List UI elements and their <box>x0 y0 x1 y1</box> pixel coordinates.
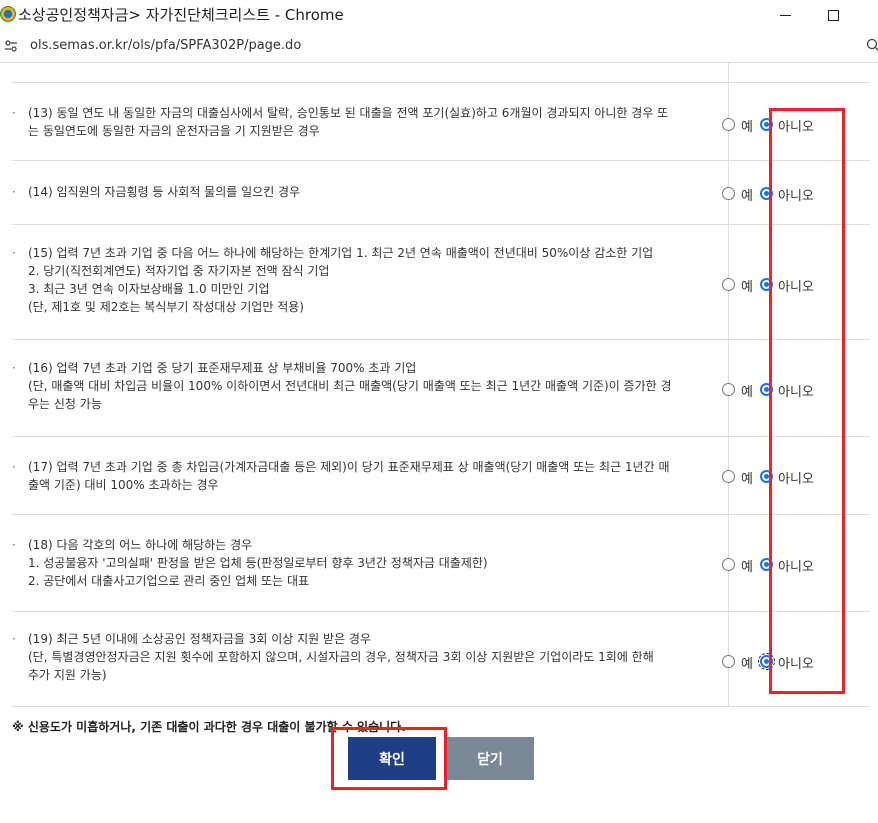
question-line: (단, 제1호 및 제2호는 복식부기 작성대상 기업만 적용) <box>28 300 304 314</box>
window-title-bar: 소상공인정책자금> 자가진단체크리스트 - Chrome <box>0 0 878 30</box>
url-text[interactable]: ols.semas.or.kr/ols/pfa/SPFA302P/page.do <box>30 38 301 53</box>
row-divider <box>12 160 870 161</box>
question-text: · (16) 업력 7년 초과 기업 중 당기 표준재무제표 상 부채비율 700… <box>12 359 712 413</box>
bullet-icon: · <box>12 538 16 552</box>
question-line: 는 동일연도에 동일한 자금의 운전자금을 기 지원받은 경우 <box>28 124 320 138</box>
radio-yes[interactable] <box>722 187 735 200</box>
question-line: (17) 업력 7년 초과 기업 중 총 차입금(가계자금대출 등은 제외)이 … <box>28 460 670 474</box>
label-yes[interactable]: 예 <box>741 653 753 672</box>
question-line: (15) 업력 7년 초과 기업 중 다음 어느 하나에 해당하는 한계기업 1… <box>28 246 654 260</box>
row-divider <box>12 706 870 707</box>
bullet-icon: · <box>12 185 16 199</box>
question-line: 2. 공단에서 대출사고기업으로 관리 중인 업체 또는 대표 <box>28 574 310 588</box>
row-divider <box>12 436 870 437</box>
question-line: (19) 최근 5년 이내에 소상공인 정책자금을 3회 이상 지원 받은 경우 <box>28 632 372 646</box>
question-text: · (13) 동일 연도 내 동일한 자금의 대출심사에서 탈락, 승인통보 된 … <box>12 104 712 140</box>
maximize-button[interactable] <box>810 0 856 30</box>
label-yes[interactable]: 예 <box>741 468 753 487</box>
minimize-button[interactable] <box>762 0 808 30</box>
maximize-icon <box>827 9 839 21</box>
radio-yes[interactable] <box>722 278 735 291</box>
minimize-icon <box>779 14 791 16</box>
address-bar: ols.semas.or.kr/ols/pfa/SPFA302P/page.do <box>0 30 878 63</box>
window-title: 소상공인정책자금> 자가진단체크리스트 - Chrome <box>18 6 344 24</box>
question-line: 2. 당기(직전회계연도) 적자기업 중 자기자본 전액 잠식 기업 <box>28 264 330 278</box>
question-line: (18) 다음 각호의 어느 하나에 해당하는 경우 <box>28 538 253 552</box>
question-line: 1. 성공불융자 '고의실패' 판정을 받은 업체 등(판정일로부터 향후 3년… <box>28 556 488 570</box>
radio-yes[interactable] <box>722 118 735 131</box>
zoom-icon[interactable] <box>866 38 878 52</box>
highlight-no-column <box>769 108 845 694</box>
question-line: (단, 매출액 대비 차입금 비율이 100% 이하이면서 전년대비 최근 매출… <box>28 379 672 393</box>
bullet-icon: · <box>12 246 16 260</box>
radio-yes[interactable] <box>722 383 735 396</box>
row-divider <box>12 514 870 515</box>
question-text: · (17) 업력 7년 초과 기업 중 총 차입금(가계자금대출 등은 제외)이… <box>12 458 712 494</box>
highlight-confirm-button <box>331 727 447 790</box>
question-text: · (19) 최근 5년 이내에 소상공인 정책자금을 3회 이상 지원 받은 경… <box>12 630 712 684</box>
label-yes[interactable]: 예 <box>741 276 753 295</box>
question-line: (13) 동일 연도 내 동일한 자금의 대출심사에서 탈락, 승인통보 된 대… <box>28 106 669 120</box>
question-text: · (15) 업력 7년 초과 기업 중 다음 어느 하나에 해당하는 한계기업 … <box>12 244 712 316</box>
question-line: (14) 임직원의 자금횡령 등 사회적 물의를 일으킨 경우 <box>28 185 301 199</box>
bullet-icon: · <box>12 632 16 646</box>
radio-yes[interactable] <box>722 558 735 571</box>
radio-yes[interactable] <box>722 655 735 668</box>
radio-yes[interactable] <box>722 470 735 483</box>
row-divider <box>12 611 870 612</box>
label-yes[interactable]: 예 <box>741 381 753 400</box>
label-yes[interactable]: 예 <box>741 116 753 135</box>
row-divider <box>12 339 870 340</box>
question-line: (16) 업력 7년 초과 기업 중 당기 표준재무제표 상 부채비율 700%… <box>28 361 417 375</box>
question-line: 추가 지원 가능) <box>28 668 107 682</box>
close-button[interactable]: 닫기 <box>446 737 534 780</box>
site-info-icon[interactable] <box>4 39 18 53</box>
question-text: · (14) 임직원의 자금횡령 등 사회적 물의를 일으킨 경우 <box>12 183 712 201</box>
label-yes[interactable]: 예 <box>741 185 753 204</box>
label-yes[interactable]: 예 <box>741 556 753 575</box>
question-line: 출액 기준) 대비 100% 초과하는 경우 <box>28 478 219 492</box>
question-line: 우는 신청 가능 <box>28 397 102 411</box>
row-divider <box>12 224 870 225</box>
semas-logo-icon <box>0 6 16 22</box>
checklist-content: · (13) 동일 연도 내 동일한 자금의 대출심사에서 탈락, 승인통보 된 … <box>0 63 878 823</box>
question-text: · (18) 다음 각호의 어느 하나에 해당하는 경우 1. 성공불융자 '고의실… <box>12 536 712 590</box>
bullet-icon: · <box>12 361 16 375</box>
question-line: 3. 최근 3년 연속 이자보상배율 1.0 미만인 기업 <box>28 282 270 296</box>
bullet-icon: · <box>12 460 16 474</box>
question-line: (단, 특별경영안정자금은 지원 횟수에 포함하지 않으며, 시설자금의 경우,… <box>28 650 654 664</box>
bullet-icon: · <box>12 106 16 120</box>
row-divider <box>12 82 870 83</box>
